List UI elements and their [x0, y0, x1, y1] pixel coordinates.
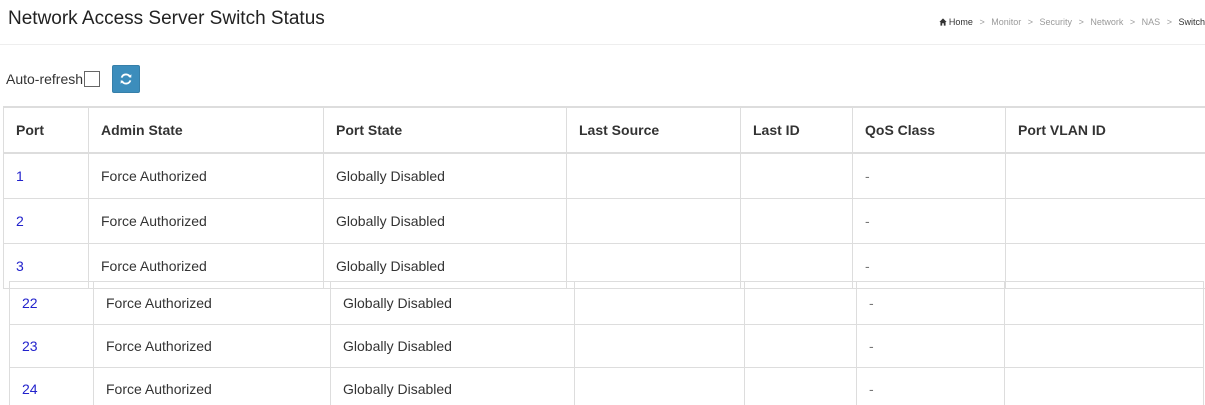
admin-state-cell: Force Authorized	[93, 281, 331, 325]
qos-class-cell: -	[856, 367, 1005, 405]
breadcrumb-network[interactable]: Network	[1090, 17, 1123, 27]
refresh-icon	[120, 73, 132, 85]
admin-state-cell: Force Authorized	[93, 367, 331, 405]
page-header: Network Access Server Switch Status Home…	[0, 0, 1205, 45]
port-link[interactable]: 2	[16, 213, 24, 229]
last-source-cell	[574, 281, 745, 325]
qos-class-cell: -	[856, 324, 1005, 368]
breadcrumb-current: Switch	[1178, 17, 1205, 27]
last-id-cell	[744, 324, 857, 368]
breadcrumb-separator: >	[979, 17, 985, 27]
admin-state-cell: Force Authorized	[88, 152, 324, 199]
last-source-cell	[566, 198, 741, 244]
column-header-last-source[interactable]: Last Source	[566, 106, 741, 154]
breadcrumb-home[interactable]: Home	[939, 17, 976, 27]
admin-state-cell: Force Authorized	[93, 324, 331, 368]
port-cell: 22	[9, 281, 94, 325]
port-vlan-id-cell	[1005, 152, 1205, 199]
breadcrumb-separator: >	[1129, 17, 1136, 27]
column-header-qos-class[interactable]: QoS Class	[852, 106, 1006, 154]
last-source-cell	[574, 367, 745, 405]
port-cell: 23	[9, 324, 94, 368]
autorefresh-checkbox[interactable]	[84, 71, 101, 87]
port-state-cell: Globally Disabled	[330, 281, 575, 325]
port-vlan-id-cell	[1004, 324, 1204, 368]
nas-status-table-continued: 22 Force Authorized Globally Disabled - …	[9, 281, 1204, 405]
port-cell: 1	[3, 152, 89, 199]
port-link[interactable]: 3	[16, 258, 24, 274]
column-header-last-id[interactable]: Last ID	[740, 106, 853, 154]
column-header-admin-state[interactable]: Admin State	[88, 106, 324, 154]
last-id-cell	[744, 367, 857, 405]
port-link[interactable]: 23	[22, 338, 38, 354]
nas-status-table: Port Admin State Port State Last Source …	[3, 106, 1205, 289]
table-row: 22 Force Authorized Globally Disabled -	[9, 281, 1204, 325]
port-state-cell: Globally Disabled	[323, 198, 567, 244]
port-vlan-id-cell	[1005, 198, 1205, 244]
home-icon	[939, 18, 947, 26]
refresh-button[interactable]	[112, 65, 141, 93]
column-header-port-vlan-id[interactable]: Port VLAN ID	[1005, 106, 1205, 154]
page: Network Access Server Switch Status Home…	[0, 0, 1205, 405]
qos-class-cell: -	[856, 281, 1005, 325]
port-cell: 2	[3, 198, 89, 244]
table-row: 2 Force Authorized Globally Disabled -	[3, 198, 1205, 244]
qos-class-cell: -	[852, 198, 1006, 244]
column-header-port-state[interactable]: Port State	[323, 106, 567, 154]
breadcrumb-home-label: Home	[948, 17, 973, 27]
port-state-cell: Globally Disabled	[323, 152, 567, 199]
port-vlan-id-cell	[1004, 281, 1204, 325]
autorefresh-label: Auto-refresh	[6, 71, 84, 87]
table-row: 23 Force Authorized Globally Disabled -	[9, 324, 1204, 368]
column-header-port[interactable]: Port	[3, 106, 89, 154]
last-source-cell	[574, 324, 745, 368]
breadcrumb-separator: >	[1166, 17, 1172, 27]
admin-state-cell: Force Authorized	[88, 198, 324, 244]
breadcrumb-security[interactable]: Security	[1040, 17, 1073, 27]
last-source-cell	[566, 152, 741, 199]
port-vlan-id-cell	[1004, 367, 1204, 405]
port-link[interactable]: 1	[16, 168, 24, 184]
table-header-row: Port Admin State Port State Last Source …	[3, 106, 1205, 154]
port-link[interactable]: 22	[22, 295, 38, 311]
page-title: Network Access Server Switch Status	[8, 8, 325, 29]
table-row: 24 Force Authorized Globally Disabled -	[9, 367, 1204, 405]
breadcrumb-separator: >	[1078, 17, 1084, 27]
qos-class-cell: -	[852, 152, 1006, 199]
port-link[interactable]: 24	[22, 381, 38, 397]
last-id-cell	[740, 198, 853, 244]
breadcrumb: Home > Monitor > Security > Network > NA…	[939, 17, 1205, 27]
port-state-cell: Globally Disabled	[330, 367, 575, 405]
toolbar: Auto-refresh	[6, 64, 141, 94]
port-state-cell: Globally Disabled	[330, 324, 575, 368]
breadcrumb-nas[interactable]: NAS	[1142, 17, 1161, 27]
last-id-cell	[740, 152, 853, 199]
table-row: 1 Force Authorized Globally Disabled -	[3, 152, 1205, 199]
last-id-cell	[744, 281, 857, 325]
port-cell: 24	[9, 367, 94, 405]
breadcrumb-separator: >	[1027, 17, 1034, 27]
breadcrumb-monitor[interactable]: Monitor	[991, 17, 1021, 27]
